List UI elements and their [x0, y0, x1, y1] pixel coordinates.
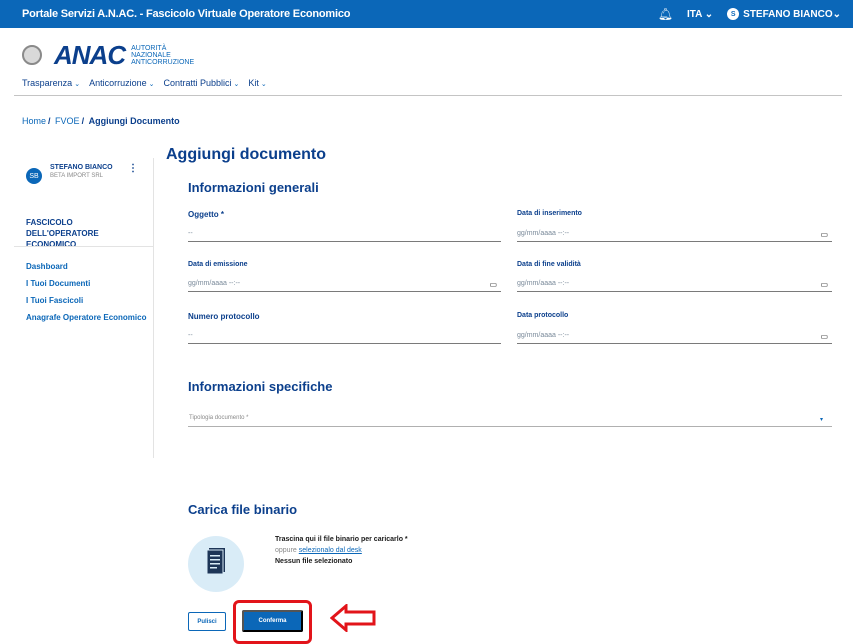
document-icon — [206, 548, 225, 575]
select-from-desk-link[interactable]: selezionalo dal desk — [299, 547, 362, 554]
tipologia-documento-select[interactable]: Tipologia documento * — [189, 415, 248, 421]
upload-or-text: oppure — [275, 547, 297, 554]
page-title: Aggiungi documento — [166, 146, 326, 163]
republic-emblem-icon — [22, 45, 42, 65]
oggetto-label: Oggetto * — [188, 210, 224, 219]
sidebar-user-name: STEFANO BIANCO — [50, 164, 113, 171]
breadcrumb-separator: / — [48, 116, 51, 126]
data-inserimento-label: Data di inserimento — [517, 210, 582, 217]
brand-header: ANAC AUTORITÀ NAZIONALE ANTICORRUZIONE — [22, 38, 194, 72]
numero-protocollo-value: -- — [188, 332, 193, 339]
sidebar-links: Dashboard I Tuoi Documenti I Tuoi Fascic… — [26, 261, 151, 329]
user-menu-name: STEFANO BIANCO — [743, 8, 833, 20]
oggetto-value: -- — [188, 230, 193, 237]
upload-select-text: oppure selezionalo dal desk — [275, 545, 408, 556]
nav-label: Trasparenza — [22, 78, 73, 88]
logo-sub-line: ANTICORRUZIONE — [131, 58, 195, 66]
data-emissione-label: Data di emissione — [188, 261, 248, 268]
numero-protocollo-field[interactable]: Numero protocollo -- — [188, 312, 501, 344]
anac-logo[interactable]: ANAC — [54, 42, 126, 68]
field-underline — [188, 241, 501, 242]
calendar-icon[interactable]: ▭ — [820, 280, 828, 289]
sidebar-item-i-tuoi-documenti[interactable]: I Tuoi Documenti — [26, 278, 151, 289]
chevron-down-icon: ⌄ — [260, 81, 267, 88]
calendar-icon[interactable]: ▭ — [820, 230, 828, 239]
sidebar-company-name: BETA IMPORT SRL — [50, 173, 104, 179]
nav-item-contratti-pubblici[interactable]: Contratti Pubblici ⌄ — [163, 78, 239, 88]
field-underline — [188, 291, 501, 292]
nav-label: Kit — [248, 78, 259, 88]
chevron-down-icon: ⌄ — [74, 81, 81, 88]
calendar-icon[interactable]: ▭ — [820, 332, 828, 341]
data-inserimento-field[interactable]: Data di inserimento gg/mm/aaaa --:-- ▭ — [517, 210, 832, 242]
field-underline — [517, 291, 832, 292]
breadcrumb-separator: / — [81, 116, 85, 126]
data-emissione-field[interactable]: Data di emissione gg/mm/aaaa --:-- ▭ — [188, 261, 501, 292]
sidebar: SB STEFANO BIANCO BETA IMPORT SRL ⋮ FASC… — [14, 158, 154, 458]
clear-button[interactable]: Pulisci — [188, 612, 226, 631]
data-fine-validita-value: gg/mm/aaaa --:-- — [517, 280, 570, 287]
data-inserimento-value: gg/mm/aaaa --:-- — [517, 230, 570, 237]
nav-label: Contratti Pubblici — [163, 78, 232, 88]
chevron-down-icon: ⌄ — [233, 81, 240, 88]
portal-title: Portale Servizi A.N.AC. - Fascicolo Virt… — [22, 8, 351, 20]
breadcrumb-home[interactable]: Home — [22, 116, 46, 126]
sidebar-item-dashboard[interactable]: Dashboard — [26, 261, 151, 272]
avatar: SB — [26, 168, 42, 184]
field-underline — [517, 241, 832, 242]
select-underline — [188, 426, 832, 427]
section-title-general: Informazioni generali — [188, 180, 319, 195]
chevron-down-icon: ⌄ — [832, 8, 841, 20]
sidebar-item-i-tuoi-fascicoli[interactable]: I Tuoi Fascicoli — [26, 295, 151, 306]
bell-icon[interactable]: 🔔︎ — [658, 7, 673, 21]
breadcrumb-current: Aggiungi Documento — [88, 116, 180, 126]
oggetto-field[interactable]: Oggetto * -- — [188, 210, 501, 242]
data-fine-validita-field[interactable]: Data di fine validità gg/mm/aaaa --:-- ▭ — [517, 261, 832, 292]
main-nav: Trasparenza ⌄ Anticorruzione ⌄ Contratti P… — [22, 78, 267, 88]
breadcrumb: Home / FVOE / Aggiungi Documento — [22, 116, 180, 126]
data-protocollo-value: gg/mm/aaaa --:-- — [517, 332, 570, 339]
arrow-left-icon — [330, 604, 376, 632]
topbar-right: 🔔︎ ITA ⌄ S STEFANO BIANCO ⌄ — [658, 7, 841, 21]
breadcrumb-fvoe[interactable]: FVOE — [55, 116, 80, 126]
data-fine-validita-label: Data di fine validità — [517, 261, 581, 268]
chevron-down-icon: ⌄ — [704, 8, 714, 20]
nav-item-anticorruzione[interactable]: Anticorruzione ⌄ — [89, 78, 154, 88]
section-title-upload: Carica file binario — [188, 502, 298, 517]
nav-item-kit[interactable]: Kit ⌄ — [248, 78, 266, 88]
user-avatar-icon: S — [727, 8, 740, 20]
calendar-icon[interactable]: ▭ — [489, 280, 497, 289]
select-caret-icon[interactable]: ▾ — [820, 416, 823, 423]
chevron-down-icon: ⌄ — [148, 81, 155, 88]
language-selector[interactable]: ITA ⌄ — [687, 9, 713, 20]
data-protocollo-field[interactable]: Data protocollo gg/mm/aaaa --:-- ▭ — [517, 312, 832, 344]
user-menu[interactable]: S STEFANO BIANCO ⌄ — [727, 8, 841, 20]
logo-sub-line: NAZIONALE — [131, 51, 171, 59]
nav-label: Anticorruzione — [89, 78, 147, 88]
field-underline — [188, 343, 501, 344]
confirm-button[interactable]: Conferma — [242, 610, 303, 632]
language-label: ITA — [686, 8, 702, 20]
upload-instructions: Trascina qui il file binario per caricar… — [275, 534, 408, 567]
data-emissione-value: gg/mm/aaaa --:-- — [188, 280, 241, 287]
numero-protocollo-label: Numero protocollo — [188, 312, 260, 321]
nav-item-trasparenza[interactable]: Trasparenza ⌄ — [22, 78, 80, 88]
upload-drag-text: Trascina qui il file binario per caricar… — [275, 536, 408, 543]
sidebar-user-info: STEFANO BIANCO BETA IMPORT SRL — [50, 164, 113, 179]
nav-divider — [14, 95, 842, 96]
sidebar-divider — [14, 246, 153, 247]
logo-sub-line: AUTORITÀ — [131, 44, 167, 52]
top-bar: Portale Servizi A.N.AC. - Fascicolo Virt… — [0, 0, 853, 28]
data-protocollo-label: Data protocollo — [517, 312, 569, 319]
kebab-menu-icon[interactable]: ⋮ — [128, 164, 138, 174]
no-file-selected-text: Nessun file selezionato — [275, 558, 353, 565]
field-underline — [517, 343, 832, 344]
section-title-specific: Informazioni specifiche — [188, 379, 333, 394]
anac-logo-subtitle: AUTORITÀ NAZIONALE ANTICORRUZIONE — [131, 45, 194, 66]
sidebar-item-anagrafe-operatore[interactable]: Anagrafe Operatore Economico — [26, 312, 151, 323]
sidebar-user-card: SB STEFANO BIANCO BETA IMPORT SRL ⋮ — [26, 164, 138, 184]
